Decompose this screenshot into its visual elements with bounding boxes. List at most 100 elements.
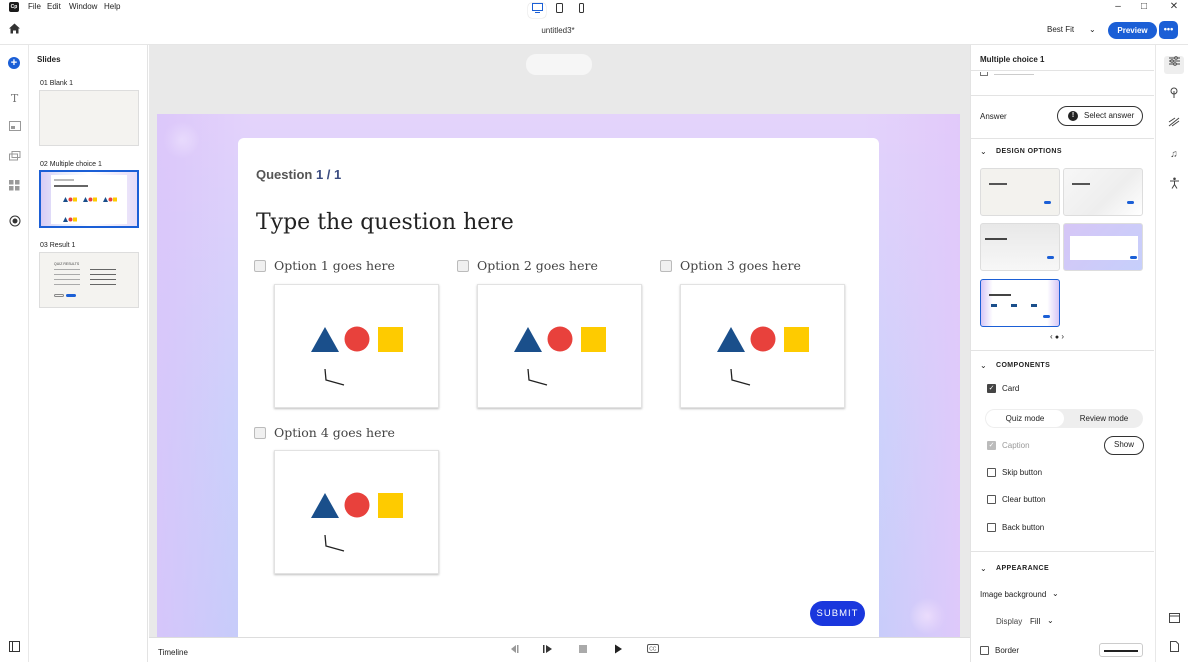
play-icon[interactable]	[611, 644, 625, 657]
thumb-line	[54, 284, 80, 285]
chevron-down-icon[interactable]: ⌄	[1052, 589, 1059, 598]
text-icon[interactable]: T	[6, 90, 23, 107]
border-line-preview	[1104, 650, 1138, 652]
card-checkbox[interactable]: ✓	[987, 384, 996, 393]
option-image[interactable]	[274, 450, 439, 574]
closed-captions-icon[interactable]: CC	[646, 644, 660, 656]
triangle-shape	[514, 327, 542, 352]
quiz-mode-tab[interactable]: Quiz mode	[986, 410, 1064, 427]
panel-icon[interactable]	[1166, 613, 1182, 629]
design-option-5-selected[interactable]	[980, 279, 1060, 327]
audio-icon[interactable]: ♫	[1166, 147, 1182, 163]
clear-button-checkbox[interactable]	[987, 495, 996, 504]
option-image[interactable]	[274, 284, 439, 408]
option-image[interactable]	[680, 284, 845, 408]
question-number-value: 1 / 1	[315, 167, 342, 182]
widgets-icon[interactable]	[6, 180, 23, 197]
option-label[interactable]: Option 4 goes here	[274, 425, 395, 440]
play-from-icon[interactable]	[541, 644, 555, 657]
chevron-down-icon[interactable]: ⌄	[1089, 25, 1096, 34]
maximize-icon[interactable]: □	[1130, 0, 1158, 14]
image-background-select[interactable]: Image background	[980, 590, 1046, 599]
design-option-3[interactable]	[980, 223, 1060, 271]
option-checkbox[interactable]	[254, 427, 266, 439]
menu-help[interactable]: Help	[104, 2, 120, 11]
chevron-down-icon[interactable]: ⌄	[980, 564, 987, 573]
preview-button[interactable]: Preview	[1108, 22, 1157, 39]
document-icon[interactable]	[1166, 641, 1182, 657]
option-label[interactable]: Option 1 goes here	[274, 258, 395, 273]
thumb-button	[1127, 201, 1134, 204]
submit-button[interactable]: SUBMIT	[810, 601, 865, 626]
border-style-select[interactable]	[1099, 643, 1143, 657]
option-label[interactable]: Option 3 goes here	[680, 258, 801, 273]
skip-button-checkbox[interactable]	[987, 468, 996, 477]
review-mode-tab[interactable]: Review mode	[1066, 410, 1142, 427]
back-button-checkbox[interactable]	[987, 523, 996, 532]
properties-icon[interactable]	[1164, 56, 1184, 74]
menu-window[interactable]: Window	[69, 2, 97, 11]
slides-panel-title: Slides	[37, 55, 61, 64]
more-options-button[interactable]: •••	[1159, 21, 1178, 39]
zoom-select[interactable]: Best Fit	[1047, 25, 1074, 34]
chevron-down-icon[interactable]: ⌄	[1047, 616, 1054, 625]
close-icon[interactable]: ✕	[1160, 0, 1188, 14]
select-answer-button[interactable]: ! Select answer	[1057, 106, 1143, 126]
timeline-label[interactable]: Timeline	[158, 648, 188, 657]
home-icon[interactable]	[6, 22, 23, 39]
menu-edit[interactable]: Edit	[47, 2, 61, 11]
appearance-header[interactable]: APPEARANCE	[996, 565, 1049, 572]
option-image[interactable]	[477, 284, 642, 408]
menu-file[interactable]: File	[28, 2, 41, 11]
interactions-icon[interactable]	[6, 150, 23, 167]
display-select[interactable]: Fill	[1030, 617, 1040, 626]
option-label[interactable]: Option 2 goes here	[477, 258, 598, 273]
add-slide-icon[interactable]: +	[8, 57, 20, 69]
mobile-view-icon[interactable]	[572, 3, 590, 18]
triangle-shape	[311, 493, 339, 518]
option-checkbox[interactable]	[457, 260, 469, 272]
design-option-1[interactable]	[980, 168, 1060, 216]
cursor-mark	[324, 368, 345, 386]
slide-label: 03 Result 1	[40, 242, 76, 249]
divider	[971, 95, 1154, 96]
option-checkbox[interactable]	[254, 260, 266, 272]
chevron-right-icon[interactable]: ›	[1061, 332, 1064, 341]
select-answer-label: Select answer	[1084, 111, 1135, 120]
chevron-left-icon[interactable]: ‹	[1050, 332, 1053, 341]
question-text[interactable]: Type the question here	[256, 210, 514, 235]
slide-thumbnail-1[interactable]	[39, 90, 139, 146]
interaction-icon[interactable]	[1166, 87, 1182, 103]
rewind-icon[interactable]	[507, 644, 521, 657]
show-button[interactable]: Show	[1104, 436, 1144, 455]
right-toolbar	[1155, 45, 1188, 662]
slide-thumbnail-2[interactable]	[39, 170, 139, 228]
design-options-header[interactable]: DESIGN OPTIONS	[996, 148, 1062, 155]
animation-icon[interactable]	[1166, 117, 1182, 133]
caption-label: Caption	[1002, 441, 1030, 450]
accessibility-icon[interactable]	[1166, 177, 1182, 193]
desktop-view-icon[interactable]	[528, 3, 546, 18]
chevron-down-icon[interactable]: ⌄	[980, 147, 987, 156]
design-option-2[interactable]	[1063, 168, 1143, 216]
divider	[971, 70, 1154, 71]
stop-icon[interactable]	[576, 644, 590, 657]
record-icon[interactable]	[6, 215, 23, 232]
shapes-illustration	[717, 326, 809, 386]
design-option-4[interactable]	[1063, 223, 1143, 271]
design-pager[interactable]: ‹ ● ›	[1050, 332, 1064, 341]
chevron-down-icon[interactable]: ⌄	[980, 361, 987, 370]
circle-shape	[344, 492, 370, 518]
properties-title: Multiple choice 1	[980, 55, 1045, 64]
tablet-view-icon[interactable]	[550, 3, 568, 18]
border-checkbox[interactable]	[980, 646, 989, 655]
media-icon[interactable]	[6, 120, 23, 137]
slide-thumbnail-3[interactable]: QUIZ RESULTS	[39, 252, 139, 308]
option-checkbox[interactable]	[660, 260, 672, 272]
thumb-button	[54, 294, 64, 297]
panel-toggle-icon[interactable]	[6, 641, 23, 658]
page-dot-icon: ●	[1054, 334, 1060, 341]
minimize-icon[interactable]: –	[1104, 0, 1132, 14]
exclamation-icon: !	[1068, 111, 1078, 121]
components-header[interactable]: COMPONENTS	[996, 362, 1050, 369]
